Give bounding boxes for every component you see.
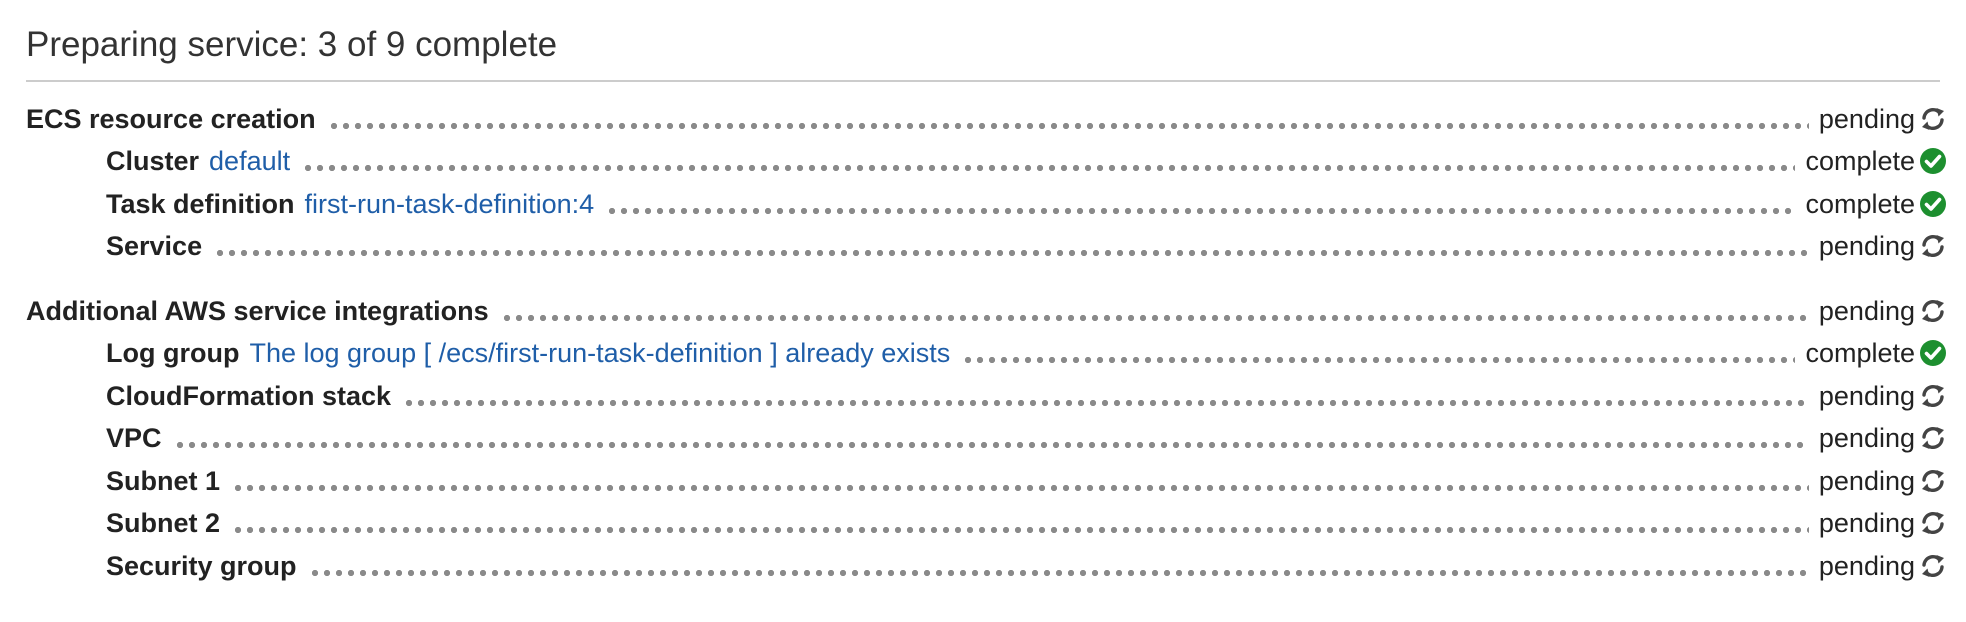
dotted-leader [403,398,1809,407]
step-row-cluster: Cluster default complete [26,137,1948,180]
dotted-leader [308,568,1809,577]
dotted-leader [327,121,1809,130]
status-text: pending [1818,295,1915,326]
step-label: CloudFormation stack [106,380,392,411]
section-additional-aws-service-integrations: Additional AWS service integrations pendi… [26,286,1948,584]
status-text: pending [1818,550,1915,581]
step-label: VPC [106,423,162,453]
status-text: complete [1805,338,1915,368]
check-circle-icon [1918,146,1948,176]
status-complete: complete [1805,144,1948,179]
section-ecs-resource-creation: ECS resource creation pending Cluster defau… [26,94,1948,264]
step-label: Cluster [106,146,200,176]
step-row-subnet-2: Subnet 2 pending [26,499,1948,542]
status-text: pending [1818,380,1915,411]
status-complete: complete [1805,336,1948,371]
step-label: ECS resource creation [26,103,316,134]
dotted-leader [962,356,1796,364]
check-circle-icon [1918,338,1948,368]
refresh-icon [1918,423,1948,453]
dotted-leader [214,249,1809,257]
step-label: Log group [106,338,240,368]
step-label: Service [106,231,203,261]
dotted-leader [606,206,1796,215]
step-row-cloudformation-stack: CloudFormation stack pending [26,371,1948,414]
page-title: Preparing service: 3 of 9 complete [26,25,558,64]
step-row-log-group: Log group The log group [ /ecs/first-run-… [26,329,1948,372]
refresh-icon [1918,466,1948,496]
refresh-icon [1918,231,1948,261]
step-label: Subnet 1 [106,465,221,496]
status-pending: pending [1819,102,1948,137]
refresh-icon [1918,381,1948,411]
refresh-icon [1918,551,1948,581]
refresh-icon [1918,508,1948,538]
status-text: complete [1805,146,1915,176]
status-pending: pending [1819,549,1948,584]
section-header-ecs-resource-creation: ECS resource creation pending [26,94,1948,137]
status-text: pending [1818,465,1915,496]
dotted-leader [232,483,1809,492]
service-progress-panel: Preparing service: 3 of 9 complete ECS r… [26,20,1948,606]
section-header-additional-aws-service-integrations: Additional AWS service integrations pendi… [26,286,1948,329]
step-row-vpc: VPC pending [26,414,1948,457]
step-row-task-definition: Task definition first-run-task-definition… [26,179,1948,222]
step-row-security-group: Security group pending [26,541,1948,584]
refresh-icon [1918,104,1948,134]
step-label: Security group [106,550,297,581]
status-pending: pending [1819,379,1948,414]
resource-link[interactable]: default [209,144,290,179]
resource-link[interactable]: first-run-task-definition:4 [305,187,595,222]
status-text: pending [1818,103,1915,134]
status-pending: pending [1819,229,1948,264]
dotted-leader [173,441,1809,449]
step-label: Task definition [106,188,295,219]
dotted-leader [232,526,1809,534]
refresh-icon [1918,296,1948,326]
check-circle-icon [1918,189,1948,219]
status-text: pending [1818,231,1915,261]
step-label: Subnet 2 [106,508,221,538]
resource-link[interactable]: The log group [ /ecs/first-run-task-defi… [249,336,950,371]
step-row-service: Service pending [26,222,1948,265]
status-text: complete [1805,188,1915,219]
status-complete: complete [1805,187,1948,222]
status-pending: pending [1819,506,1948,541]
status-pending: pending [1819,294,1948,329]
status-pending: pending [1819,421,1948,456]
step-label: Additional AWS service integrations [26,295,489,326]
step-row-subnet-1: Subnet 1 pending [26,456,1948,499]
title-divider [26,80,1940,82]
dotted-leader [500,313,1809,322]
status-text: pending [1818,508,1915,538]
progress-sections: ECS resource creation pending Cluster defau… [26,94,1948,584]
dotted-leader [302,164,1796,172]
status-pending: pending [1819,464,1948,499]
status-text: pending [1818,423,1915,453]
